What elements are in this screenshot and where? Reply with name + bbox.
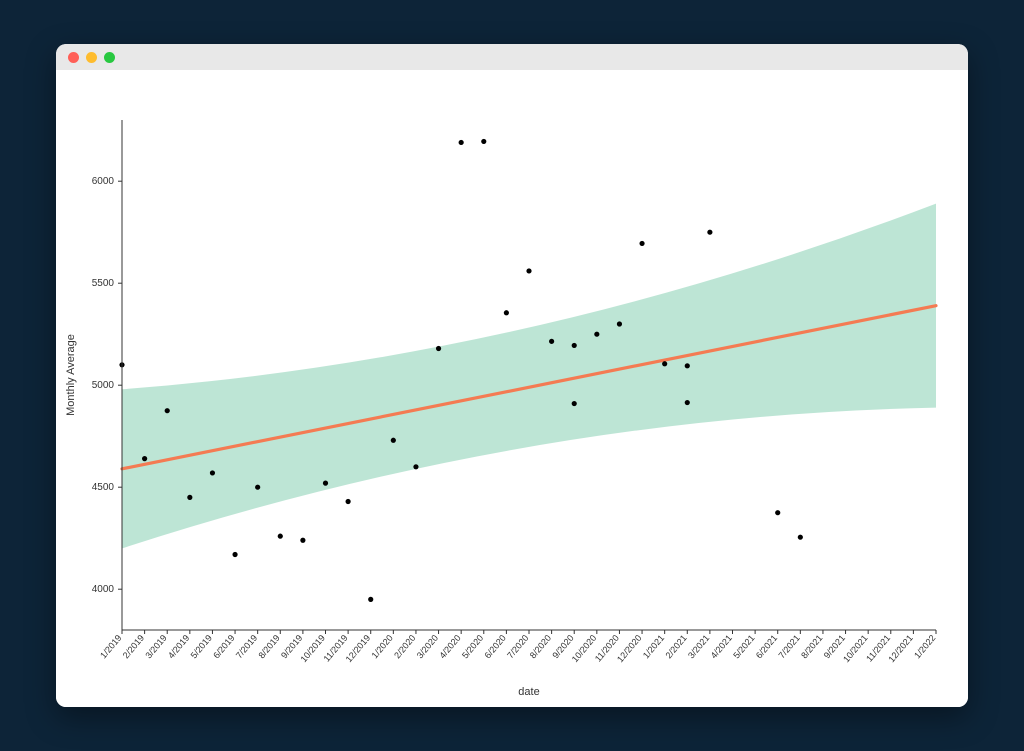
x-tick-label: 1/2021 [641,633,666,661]
data-point [232,552,237,557]
x-tick-label: 6/2021 [754,633,779,661]
x-tick-label: 1/2019 [98,633,123,661]
x-tick-label: 5/2020 [460,633,485,661]
y-tick-label: 6000 [92,176,115,187]
data-point [685,363,690,368]
data-point [187,495,192,500]
data-point [617,321,622,326]
data-point [639,241,644,246]
x-tick-label: 12/2020 [615,633,644,664]
x-tick-label: 7/2021 [777,633,802,661]
window-titlebar [56,44,968,70]
data-point [685,400,690,405]
x-tick-label: 8/2021 [799,633,824,661]
data-point [775,510,780,515]
x-tick-label: 8/2019 [256,633,281,661]
x-tick-label: 8/2020 [528,633,553,661]
x-tick-label: 6/2019 [211,633,236,661]
x-tick-label: 3/2019 [143,633,168,661]
y-tick-label: 5500 [92,278,115,289]
minimize-icon[interactable] [86,52,97,63]
x-tick-label: 6/2020 [483,633,508,661]
data-point [255,485,260,490]
data-point [142,456,147,461]
data-point [572,401,577,406]
app-window: 400045005000550060001/20192/20193/20194/… [56,44,968,707]
data-point [594,332,599,337]
x-tick-label: 1/2022 [912,633,937,661]
data-point [413,464,418,469]
data-point [391,438,396,443]
data-point [572,343,577,348]
data-point [707,230,712,235]
data-point [368,597,373,602]
data-point [549,339,554,344]
data-point [210,470,215,475]
x-tick-label: 3/2020 [415,633,440,661]
close-icon[interactable] [68,52,79,63]
zoom-icon[interactable] [104,52,115,63]
data-point [436,346,441,351]
data-point [798,535,803,540]
data-point [346,499,351,504]
x-tick-label: 12/2019 [344,633,373,664]
scatter-chart: 400045005000550060001/20192/20193/20194/… [56,70,968,707]
x-tick-label: 12/2021 [886,633,915,664]
data-point [278,534,283,539]
data-point [300,538,305,543]
data-point [526,268,531,273]
chart-container: 400045005000550060001/20192/20193/20194/… [56,70,968,707]
x-tick-label: 5/2021 [731,633,756,661]
x-tick-label: 7/2020 [505,633,530,661]
data-point [481,139,486,144]
x-axis-title: date [518,686,539,698]
x-tick-label: 4/2020 [437,633,462,661]
x-tick-label: 2/2019 [121,633,146,661]
data-point [459,140,464,145]
data-point [323,481,328,486]
y-tick-label: 5000 [92,380,115,391]
confidence-band [122,204,936,549]
x-tick-label: 4/2019 [166,633,191,661]
x-tick-label: 2/2020 [392,633,417,661]
data-point [165,408,170,413]
x-tick-label: 3/2021 [686,633,711,661]
x-tick-label: 4/2021 [709,633,734,661]
y-tick-label: 4500 [92,482,115,493]
y-axis-title: Monthly Average [65,334,77,416]
y-tick-label: 4000 [92,584,115,595]
x-tick-label: 5/2019 [189,633,214,661]
x-tick-label: 1/2020 [370,633,395,661]
data-point [504,310,509,315]
data-point [662,361,667,366]
x-tick-label: 7/2019 [234,633,259,661]
x-tick-label: 2/2021 [663,633,688,661]
